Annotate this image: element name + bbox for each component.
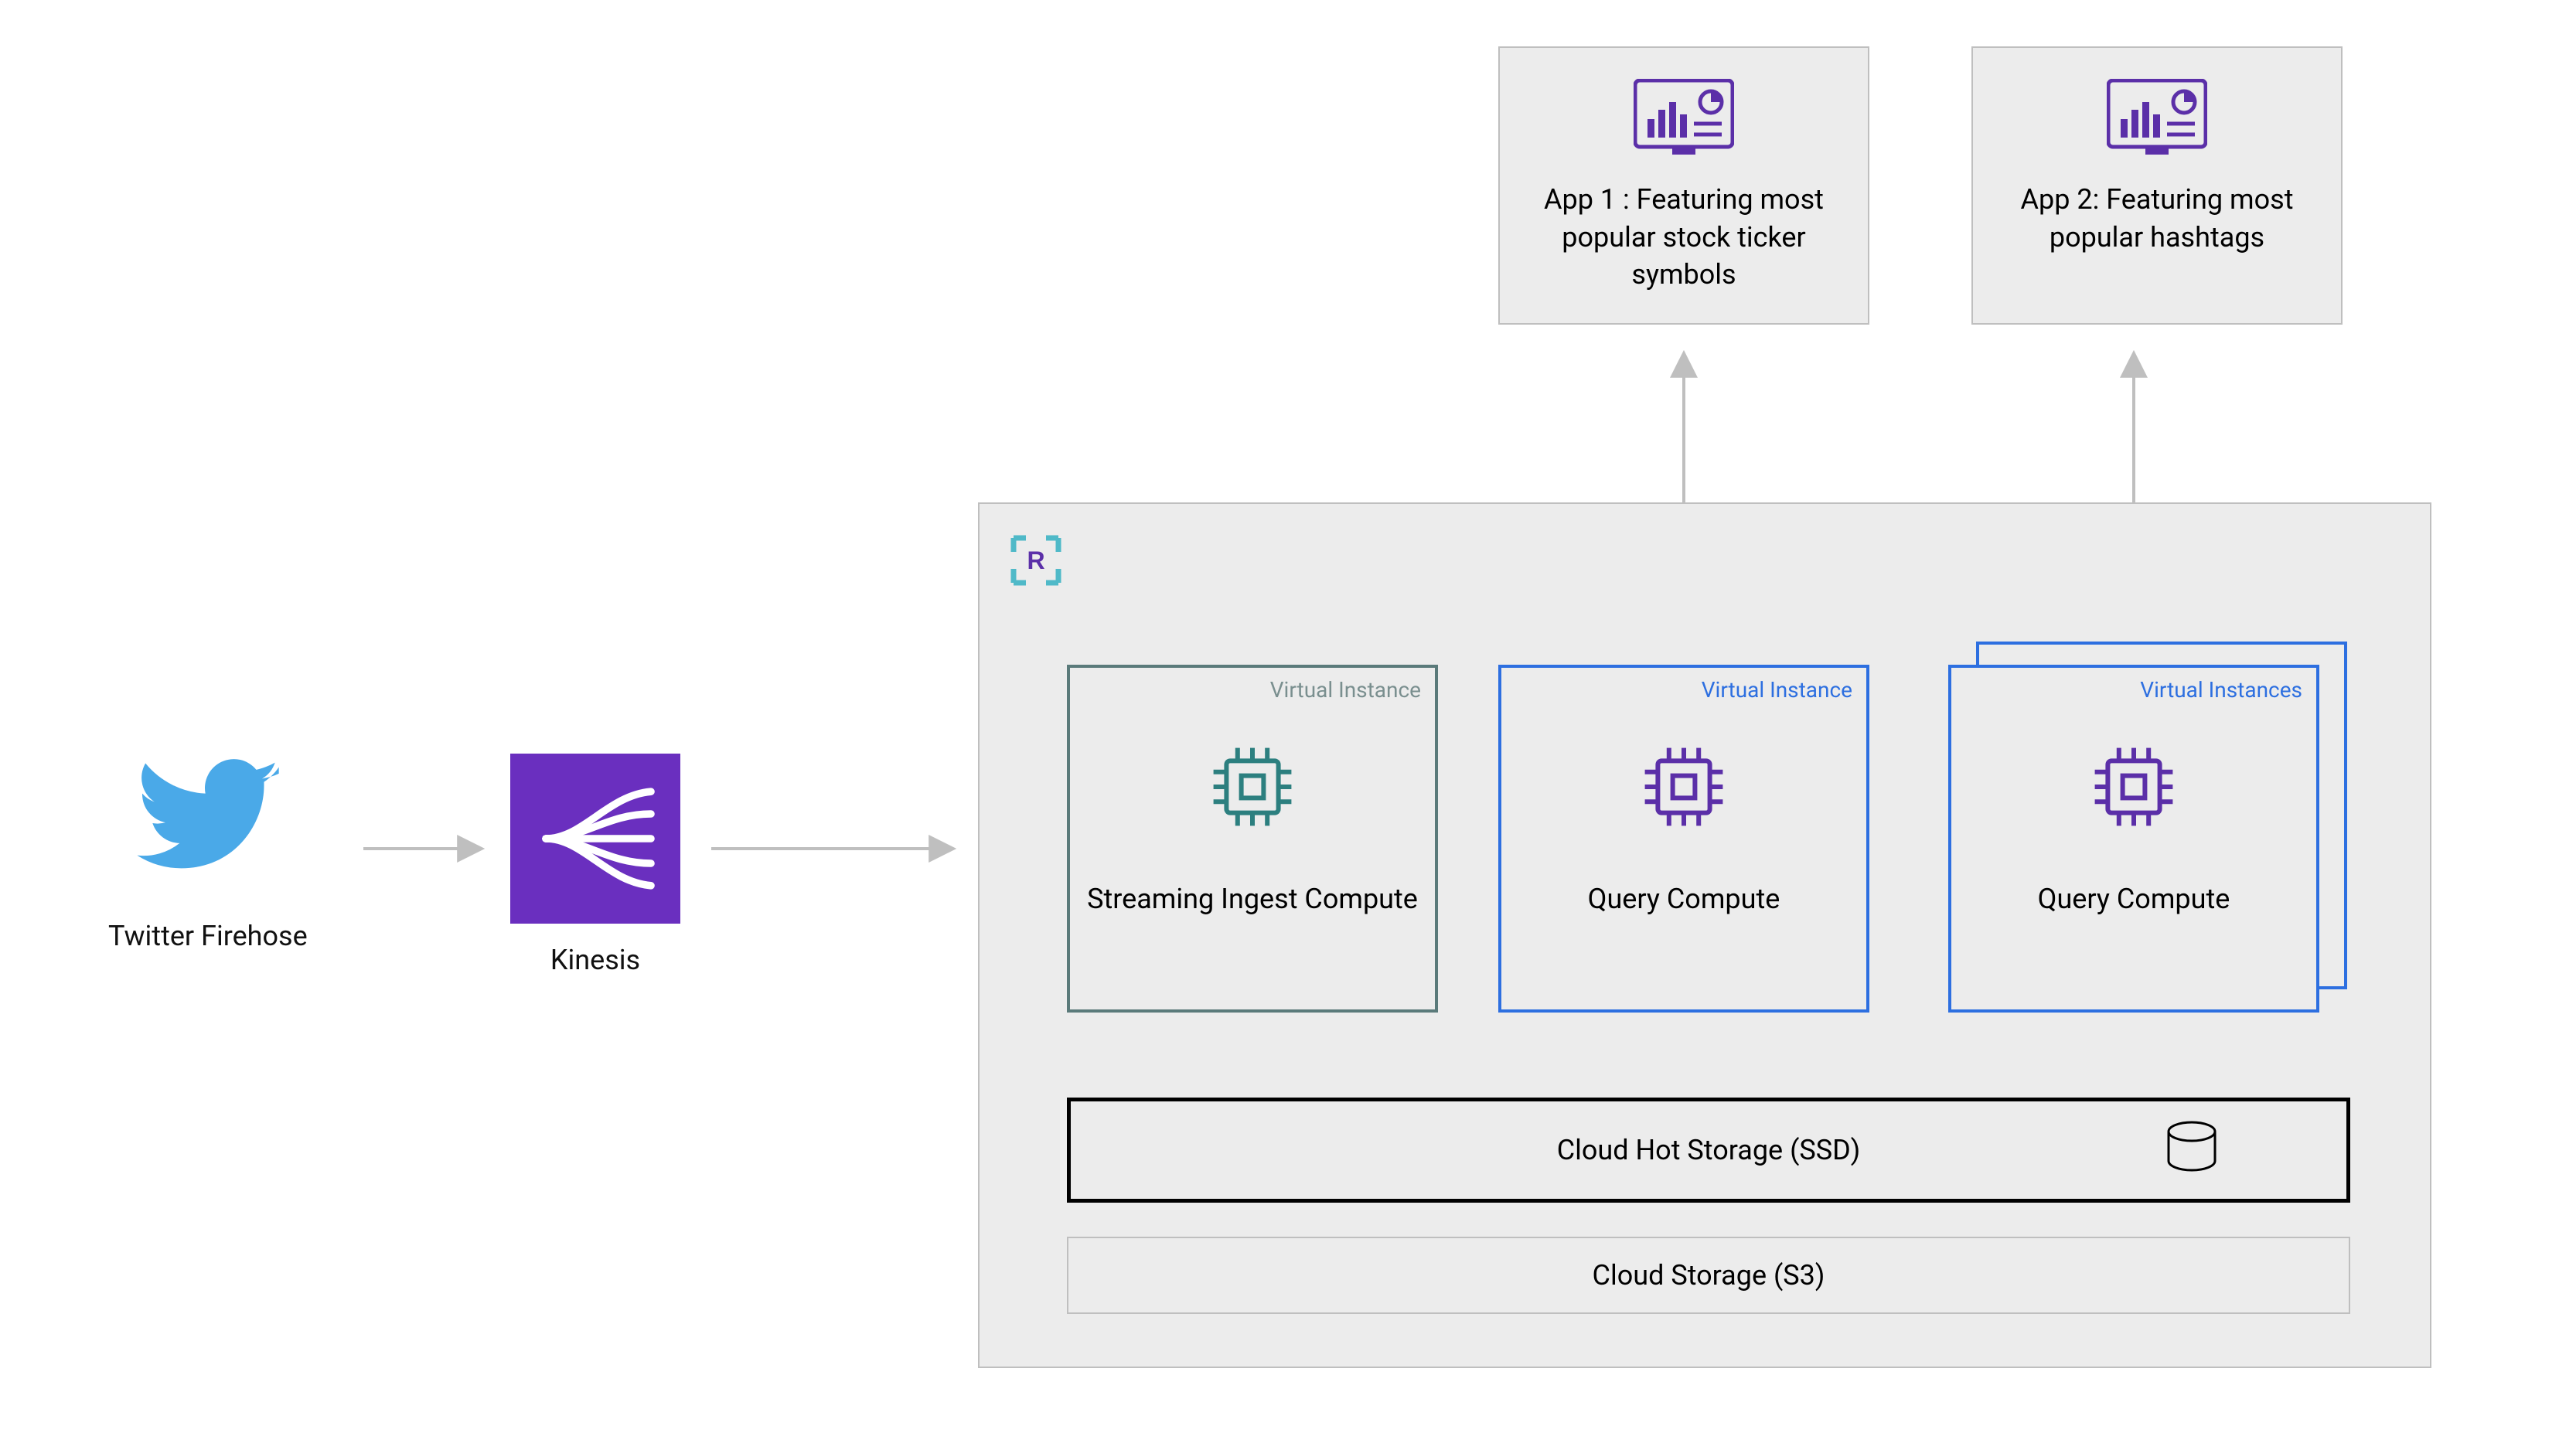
storage-cold-label: Cloud Storage (S3) bbox=[1593, 1259, 1825, 1292]
app1-box: App 1 : Featuring most popular stock tic… bbox=[1498, 46, 1869, 325]
vi-query1: Virtual Instance Query Compute bbox=[1498, 665, 1869, 1013]
diagram-canvas: Twitter Firehose Kinesis bbox=[0, 0, 2576, 1450]
svg-text:R: R bbox=[1027, 546, 1044, 574]
twitter-icon bbox=[115, 742, 301, 900]
cpu-chip-icon bbox=[1637, 740, 1730, 836]
storage-hot-label: Cloud Hot Storage (SSD) bbox=[1557, 1134, 1861, 1166]
vi-query2-badge: Virtual Instances bbox=[2140, 677, 2302, 703]
cpu-chip-icon bbox=[2087, 740, 2180, 836]
vi-ingest-title: Streaming Ingest Compute bbox=[1087, 883, 1418, 915]
storage-cold: Cloud Storage (S3) bbox=[1067, 1237, 2350, 1314]
storage-hot: Cloud Hot Storage (SSD) bbox=[1067, 1098, 2350, 1203]
dashboard-icon bbox=[1634, 79, 1734, 159]
source-twitter: Twitter Firehose bbox=[108, 742, 308, 952]
app2-box: App 2: Featuring most popular hashtags bbox=[1971, 46, 2343, 325]
vi-ingest-badge: Virtual Instance bbox=[1270, 677, 1421, 703]
source-kinesis: Kinesis bbox=[510, 754, 680, 976]
vi-query2-title: Query Compute bbox=[2038, 883, 2230, 915]
app1-label: App 1 : Featuring most popular stock tic… bbox=[1523, 181, 1845, 294]
dashboard-icon bbox=[2107, 79, 2207, 159]
kinesis-icon bbox=[510, 754, 680, 924]
app2-label: App 2: Featuring most popular hashtags bbox=[1996, 181, 2318, 256]
vi-ingest: Virtual Instance Streaming Ingest Comput… bbox=[1067, 665, 1438, 1013]
disk-icon bbox=[2161, 1116, 2223, 1185]
source-twitter-label: Twitter Firehose bbox=[108, 920, 308, 952]
vi-query2: Virtual Instances Query Compute bbox=[1948, 665, 2319, 1013]
vi-query1-title: Query Compute bbox=[1588, 883, 1780, 915]
rockset-icon: R bbox=[1010, 535, 1061, 589]
vi-query1-badge: Virtual Instance bbox=[1702, 677, 1852, 703]
source-kinesis-label: Kinesis bbox=[550, 944, 640, 976]
cpu-chip-icon bbox=[1206, 740, 1299, 836]
